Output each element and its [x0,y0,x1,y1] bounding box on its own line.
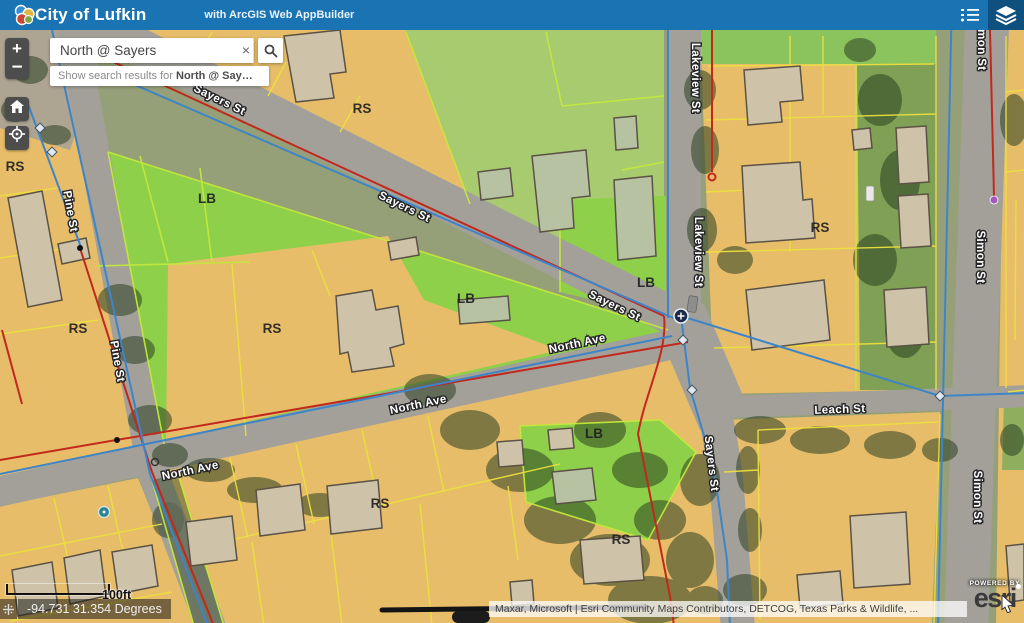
zone-label: RS [69,321,88,336]
zone-label: LB [637,275,655,290]
search-input[interactable] [58,39,239,62]
crosshair-icon[interactable] [0,599,17,619]
street-label: Lakeview St [692,217,704,287]
zoom-out-button[interactable]: − [5,59,29,79]
home-button[interactable] [5,97,29,121]
zone-label: LB [198,191,216,206]
valve-marker [674,309,688,323]
search-icon [264,44,278,58]
zoom-in-button[interactable]: + [5,38,29,59]
attribution-text: Maxar, Microsoft | Esri Community Maps C… [495,603,918,615]
legend-button[interactable] [952,0,988,30]
street-label: Simon St [971,470,983,523]
street-label: Simon St [974,230,986,283]
home-icon [10,100,24,113]
coordinate-widget: -94.731 31.354 Degrees [0,599,171,619]
valve-teal-marker [99,507,110,518]
mouse-cursor-icon [1001,595,1015,613]
scale-bar-line [6,584,110,595]
map-attribution: Maxar, Microsoft | Esri Community Maps C… [489,601,967,617]
esri-logo-dot [1016,584,1021,589]
coordinate-readout: -94.731 31.354 Degrees [18,599,171,619]
black-dot-marker [77,245,83,251]
clear-search-icon[interactable]: × [239,38,254,63]
zone-label: RS [263,321,282,336]
city-logo-icon [12,4,36,26]
suggestion-prefix: Show search results for [58,70,176,82]
car [687,296,698,313]
zone-label: RS [6,159,25,174]
zone-label: RS [371,496,390,511]
car [866,186,874,201]
zone-label: RS [612,532,631,547]
layers-icon [995,5,1017,25]
locate-button[interactable] [5,126,29,150]
zone-label: RS [353,101,372,116]
suggestion-query: North @ Say… [176,70,253,82]
street-label: Lakeview St [689,43,701,113]
app-header: City of Lufkin with ArcGIS Web AppBuilde… [0,0,1024,30]
zone-label: RS [811,220,830,235]
zone-label: LB [457,291,475,306]
app-subtitle: with ArcGIS Web AppBuilder [204,9,354,21]
map-canvas[interactable]: Sayers StSayers StSayers StSayers StPine… [0,0,1024,623]
locate-icon [9,126,25,142]
street-label: Leach St [814,403,866,417]
layers-button[interactable] [988,0,1024,30]
purple-dot-marker [990,196,998,204]
search-button[interactable] [258,38,283,63]
black-dot-marker [114,437,120,443]
search-suggestion-item[interactable]: Show search results for North @ Say… [50,66,269,86]
app-title: City of Lufkin [35,5,146,25]
zoom-control: + − [5,38,29,79]
legend-icon [959,6,981,24]
search-box: × [50,38,254,63]
zone-label: LB [585,426,603,441]
